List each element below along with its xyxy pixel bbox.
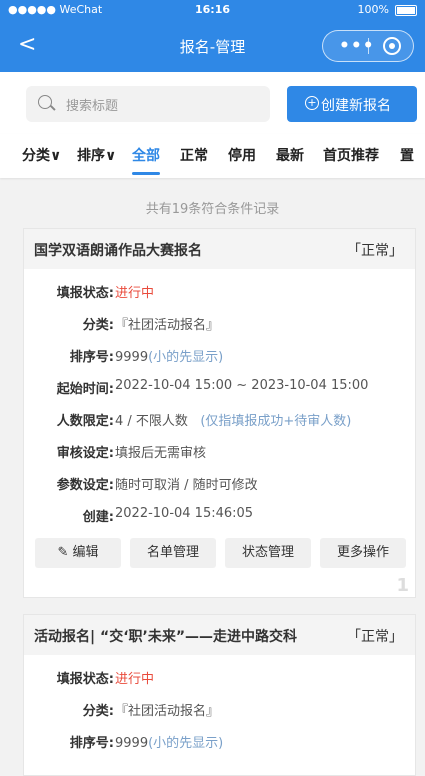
search-placeholder: 搜索标题	[66, 99, 119, 114]
edit-button[interactable]: ✎ 编辑	[35, 538, 121, 568]
value-params: 随时可取消 / 随时可修改	[115, 478, 258, 493]
label-params: 参数设定:	[56, 478, 114, 493]
value-created: 2022-10-04 15:46:05	[115, 506, 254, 521]
search-icon	[38, 95, 52, 109]
registration-card: 国学双语朗诵作品大赛报名 「正常」 填报状态: 进行中 分类: 『社团活动报名』…	[23, 228, 416, 598]
label-audit: 审核设定:	[56, 446, 114, 461]
plus-circle-icon: +	[305, 96, 319, 110]
tab-normal[interactable]: 正常	[180, 145, 208, 165]
nav-bar: < 报名-管理 •••	[0, 20, 425, 72]
label-sort: 排序号:	[69, 736, 114, 751]
value-sort: 9999(小的先显示)	[115, 350, 224, 365]
card-index: 1	[396, 575, 409, 596]
label-sort: 排序号:	[69, 350, 114, 365]
card-title: 活动报名| “交‘职’未来”——走进中路交科	[34, 629, 298, 645]
card-status: 「正常」	[347, 629, 403, 645]
card-header[interactable]: 活动报名| “交‘职’未来”——走进中路交科 「正常」	[24, 615, 415, 655]
tab-overflow[interactable]: 置	[400, 145, 414, 165]
active-tab-indicator	[132, 172, 160, 175]
search-input[interactable]: 搜索标题	[26, 86, 270, 122]
filter-tabs: 分类∨ 排序∨ 全部 正常 停用 最新 首页推荐 置	[0, 134, 425, 178]
card-title: 国学双语朗诵作品大赛报名	[34, 243, 202, 259]
result-count: 共有19条符合条件记录	[145, 202, 280, 217]
sort-hint: (小的先显示)	[148, 350, 224, 365]
value-start-time: 2022-10-04 15:00 ~ 2023-10-04 15:00	[115, 378, 369, 393]
value-audit: 填报后无需审核	[115, 446, 207, 461]
create-button-label: 创建新报名	[321, 98, 391, 114]
value-category: 『社团活动报名』	[115, 704, 220, 719]
label-fill-status: 填报状态:	[56, 286, 114, 301]
tab-latest[interactable]: 最新	[276, 145, 304, 165]
label-category: 分类:	[82, 318, 114, 333]
battery-percent: 100%	[357, 3, 389, 16]
label-limit: 人数限定:	[56, 414, 114, 429]
more-actions-button[interactable]: 更多操作	[320, 538, 406, 568]
label-created: 创建:	[82, 510, 114, 525]
label-category: 分类:	[82, 704, 114, 719]
card-header[interactable]: 国学双语朗诵作品大赛报名 「正常」	[24, 229, 415, 269]
list-manage-button[interactable]: 名单管理	[130, 538, 216, 568]
label-start-time: 起始时间:	[56, 382, 114, 397]
edit-icon: ✎	[57, 545, 73, 560]
battery-icon	[395, 5, 417, 16]
limit-hint: (仅指填报成功+待审人数)	[200, 414, 352, 429]
value-fill-status: 进行中	[115, 286, 155, 301]
sort-hint: (小的先显示)	[148, 736, 224, 751]
status-manage-button[interactable]: 状态管理	[225, 538, 311, 568]
card-status: 「正常」	[347, 243, 403, 259]
search-area: 搜索标题 + 创建新报名	[0, 72, 425, 134]
create-button[interactable]: + 创建新报名	[287, 86, 417, 122]
label-fill-status: 填报状态:	[56, 672, 114, 687]
tab-category[interactable]: 分类∨	[22, 145, 61, 165]
more-dots-icon[interactable]: •••	[339, 36, 375, 56]
status-bar: ●●●●● WeChat 16:16 100%	[0, 0, 425, 20]
tab-all[interactable]: 全部	[132, 145, 160, 165]
close-target-icon[interactable]	[383, 37, 401, 55]
tab-sort[interactable]: 排序∨	[77, 145, 116, 165]
capsule-divider	[368, 38, 369, 54]
value-fill-status: 进行中	[115, 672, 155, 687]
tab-disabled[interactable]: 停用	[228, 145, 256, 165]
value-category: 『社团活动报名』	[115, 318, 220, 333]
registration-card: 活动报名| “交‘职’未来”——走进中路交科 「正常」 填报状态: 进行中 分类…	[23, 614, 416, 776]
mini-program-capsule: •••	[322, 30, 414, 62]
value-sort: 9999(小的先显示)	[115, 736, 224, 751]
value-limit: 4 / 不限人数 (仅指填报成功+待审人数)	[115, 414, 352, 429]
tab-homepage-recommend[interactable]: 首页推荐	[323, 145, 379, 165]
